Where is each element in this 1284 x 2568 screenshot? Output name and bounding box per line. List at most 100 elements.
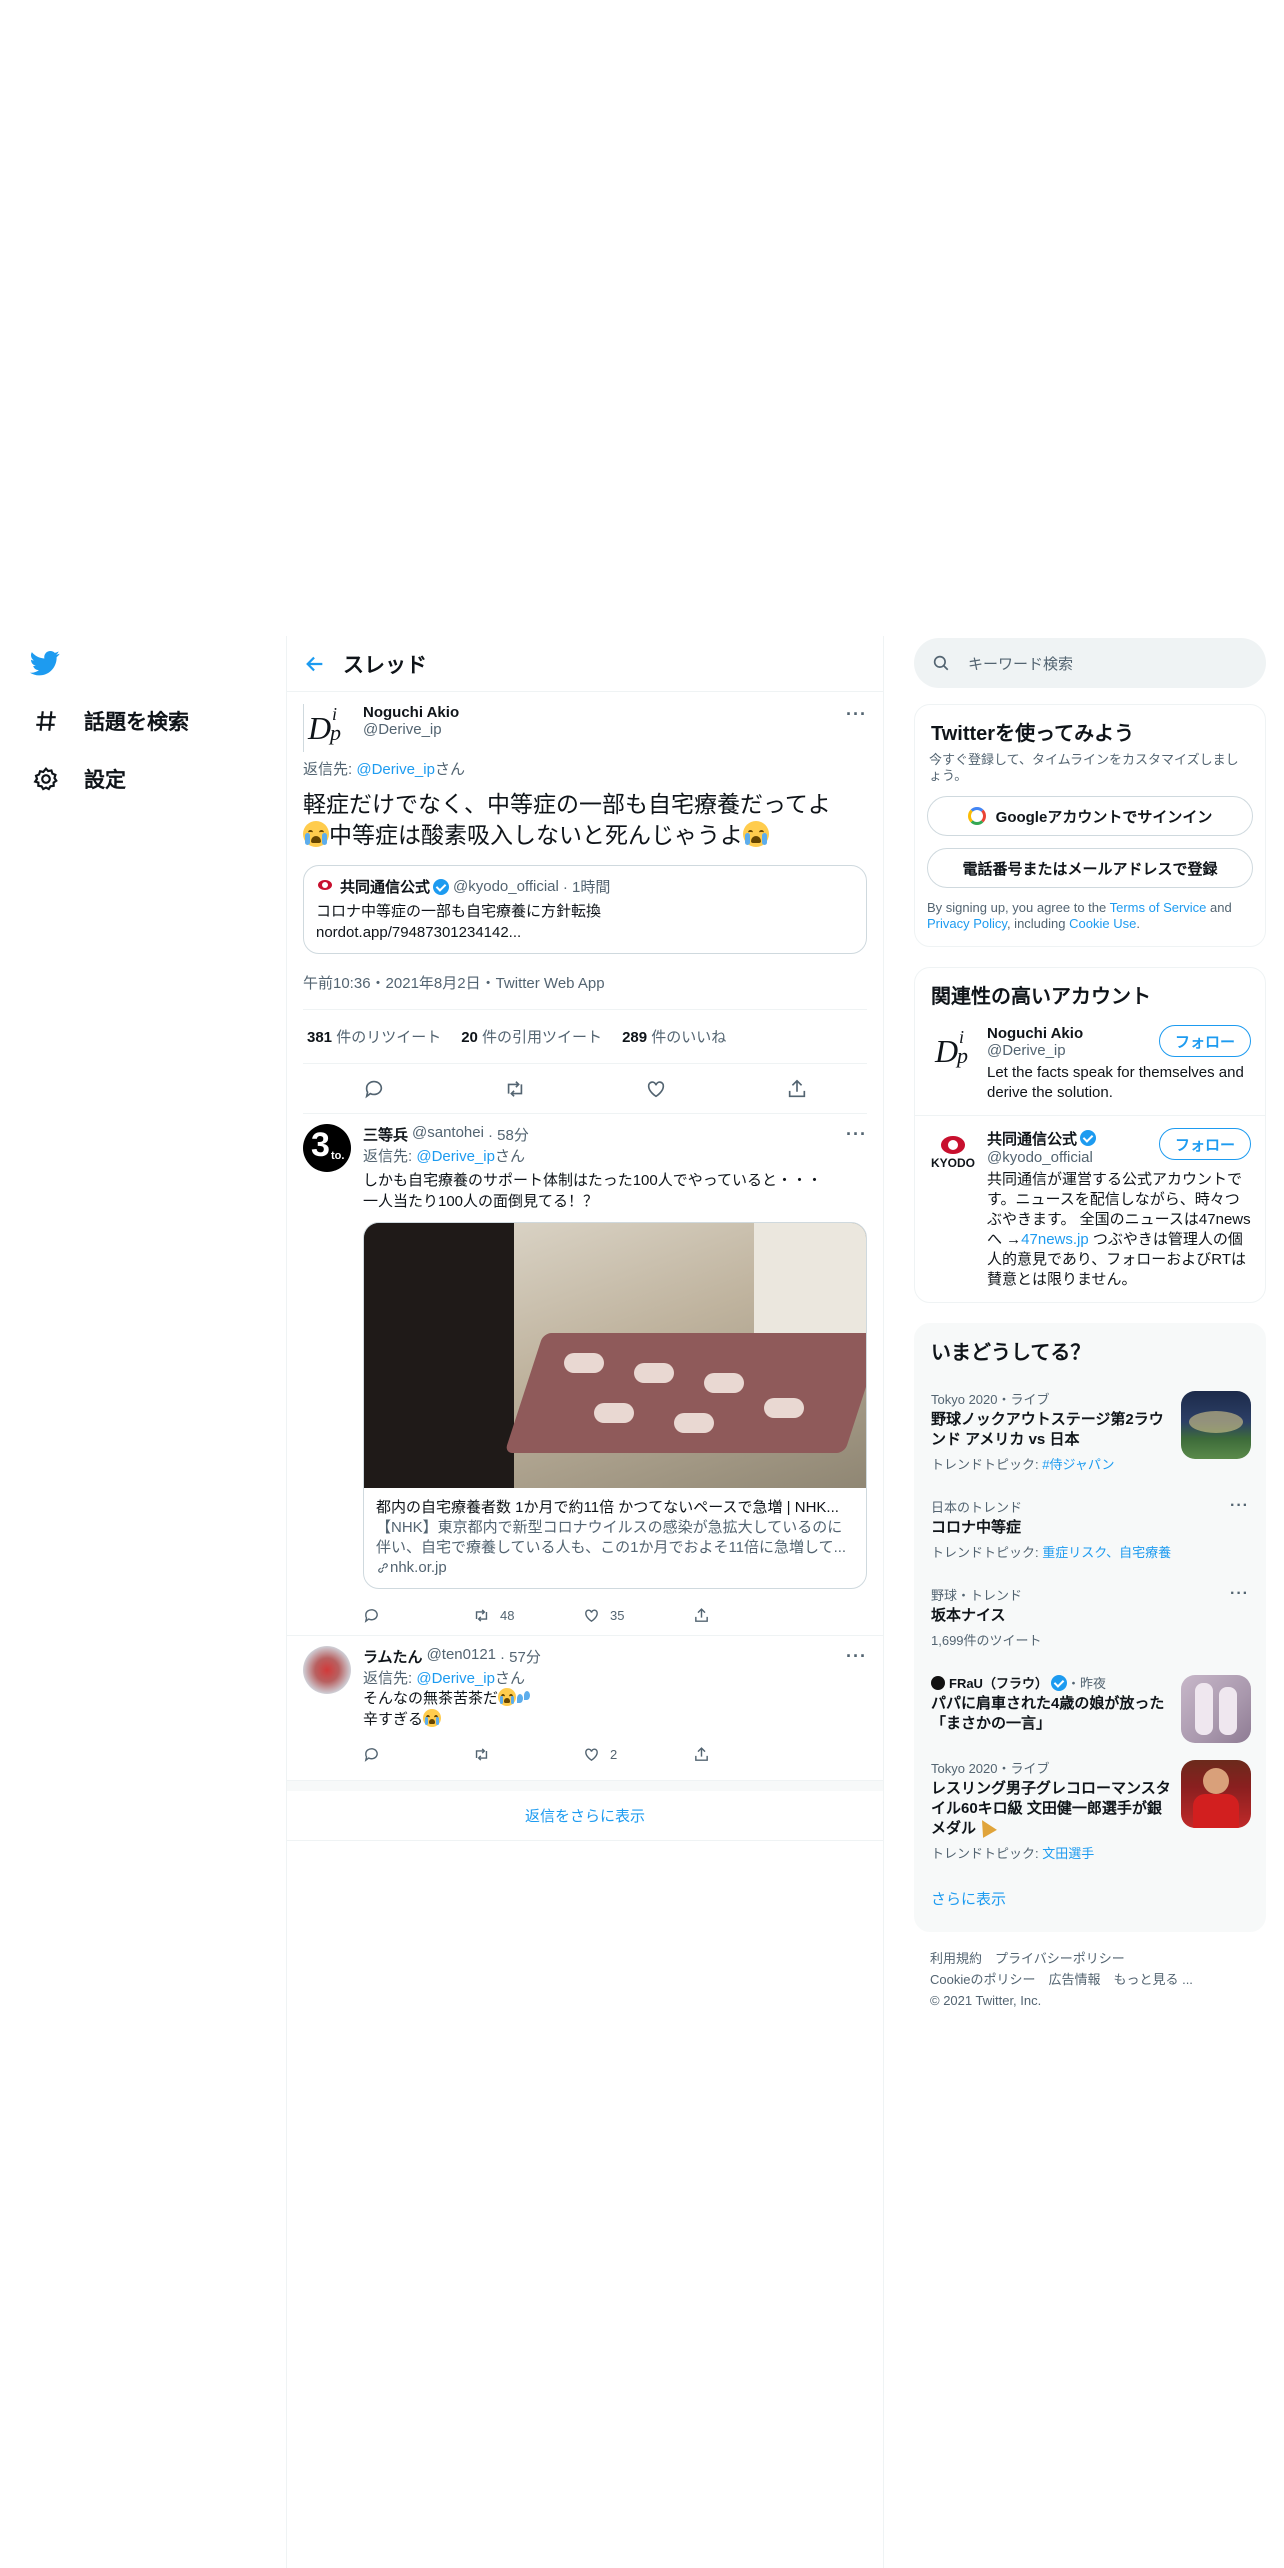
trend-topic-link[interactable]: 重症リスク、自宅療養: [1042, 1545, 1171, 1560]
tweet-text-line1: 軽症だけでなく、中等症の一部も自宅療養だってよ: [303, 791, 831, 817]
like-icon: [585, 1747, 598, 1761]
trend-item[interactable]: Tokyo 2020・ライブ レスリング男子グレコローマンスタイル60キロ級 文…: [915, 1746, 1265, 1874]
quoted-name: 共同通信公式: [340, 879, 431, 896]
back-button[interactable]: [287, 653, 343, 675]
nav-explore-label: 話題を検索: [84, 711, 189, 734]
follow-button[interactable]: フォロー: [1159, 1025, 1251, 1057]
phone-signup-button[interactable]: 電話番号またはメールアドレスで登録: [927, 848, 1253, 888]
show-more-trends-link[interactable]: さらに表示: [915, 1874, 1265, 1931]
reply-handle-link[interactable]: @Derive_ip: [416, 1148, 495, 1165]
retweet-button[interactable]: 48: [473, 1607, 573, 1624]
link-card[interactable]: 都内の自宅療養者数 1か月で約11倍 かつてないペースで急増 | NHK... …: [363, 1222, 867, 1589]
reply-handle-link[interactable]: @Derive_ip: [356, 761, 435, 778]
footer-links-line2[interactable]: Cookieのポリシー 広告情報 もっと見る ...: [930, 1969, 1250, 1990]
avatar[interactable]: D i p: [929, 1025, 977, 1073]
like-button[interactable]: 2: [583, 1746, 683, 1763]
trend-item[interactable]: 野球・トレンド 坂本ナイス 1,699件のツイート ···: [915, 1573, 1265, 1661]
trend-thumbnail: [1181, 1675, 1251, 1743]
author-handle[interactable]: @Derive_ip: [363, 721, 459, 738]
related-account[interactable]: KYODO 共同通信公式 @kyodo_official フォロー 共同通信が運…: [915, 1115, 1265, 1302]
reply-handle-link[interactable]: @Derive_ip: [416, 1670, 495, 1687]
reply-to: 返信先: @Derive_ipさん: [303, 758, 867, 779]
sweat-droplets-icon: [516, 1691, 532, 1705]
quote-stat[interactable]: 20 件の引用ツイート: [461, 1026, 602, 1047]
trend-title: 野球ノックアウトステージ第2ラウンド アメリカ vs 日本: [931, 1411, 1164, 1448]
reply-text: そんなの無茶苦茶だ 辛すぎる: [363, 1688, 867, 1730]
reply-time[interactable]: · 58分: [488, 1124, 529, 1145]
copyright: © 2021 Twitter, Inc.: [930, 1993, 1042, 2008]
trend-item[interactable]: FRaU（フラウ） ・昨夜 パパに肩車された4歳の娘が放った「まさかの一言」: [915, 1661, 1265, 1746]
trend-item[interactable]: Tokyo 2020・ライブ 野球ノックアウトステージ第2ラウンド アメリカ v…: [915, 1377, 1265, 1485]
page-title: スレッド: [343, 653, 427, 677]
hashtag-icon: [28, 703, 64, 739]
more-options-icon[interactable]: ···: [846, 1646, 867, 1667]
retweet-icon[interactable]: [473, 1746, 573, 1763]
trends-title: いまどうしてる？: [931, 1342, 1091, 1364]
trend-topic-link[interactable]: #侍ジャパン: [1042, 1457, 1114, 1472]
nav-settings[interactable]: 設定: [28, 750, 258, 808]
related-title: 関連性の高いアカウント: [931, 986, 1151, 1008]
more-options-icon[interactable]: ···: [1230, 1497, 1249, 1515]
share-icon[interactable]: [693, 1607, 793, 1624]
follow-button[interactable]: フォロー: [1159, 1128, 1251, 1160]
tweet-timestamp[interactable]: 午前10:36・2021年8月2日・Twitter Web App: [303, 972, 867, 1010]
cookie-link[interactable]: Cookie Use: [1069, 916, 1136, 931]
like-icon: [585, 1608, 598, 1622]
trend-title: レスリング男子グレコローマンスタイル60キロ級 文田健一郎選手が銀メダル: [931, 1780, 1171, 1837]
quoted-handle: @kyodo_official: [453, 878, 559, 895]
reply-author-name[interactable]: 三等兵: [363, 1124, 408, 1145]
avatar[interactable]: [303, 1646, 351, 1694]
trend-item[interactable]: 日本のトレンド コロナ中等症 トレンドトピック: 重症リスク、自宅療養 ···: [915, 1485, 1265, 1573]
nav-explore[interactable]: 話題を検索: [28, 692, 258, 750]
search-input[interactable]: キーワード検索: [968, 653, 1073, 674]
reply-icon[interactable]: [363, 1746, 463, 1763]
avatar[interactable]: D i p: [303, 704, 351, 752]
account-handle[interactable]: @Derive_ip: [987, 1042, 1159, 1059]
reply-author-handle[interactable]: @santohei: [412, 1124, 484, 1145]
trend-topic-link[interactable]: 文田選手: [1042, 1846, 1094, 1861]
like-stat[interactable]: 289 件のいいね: [622, 1026, 726, 1047]
search-box[interactable]: キーワード検索: [914, 638, 1266, 688]
party-popper-icon: [975, 1816, 997, 1838]
share-icon[interactable]: [693, 1746, 793, 1763]
reply-author-name[interactable]: ラムたん: [363, 1646, 423, 1667]
tweet-actions: [303, 1064, 867, 1114]
more-options-icon[interactable]: ···: [846, 1124, 867, 1145]
show-more-replies-link[interactable]: 返信をさらに表示: [287, 1791, 883, 1841]
bio-link[interactable]: 47news.jp: [1021, 1231, 1089, 1248]
google-icon: [967, 807, 986, 825]
reply-icon[interactable]: [363, 1607, 463, 1624]
avatar[interactable]: 3 to.: [303, 1124, 351, 1172]
author-name[interactable]: Noguchi Akio: [363, 704, 459, 721]
reply-author-handle[interactable]: @ten0121: [427, 1646, 496, 1667]
terms-link[interactable]: Terms of Service: [1110, 900, 1207, 915]
reply-tweet[interactable]: 3 to. 三等兵 @santohei · 58分 ··· 返信先: @Deri…: [287, 1114, 883, 1636]
reply-icon[interactable]: [363, 1078, 385, 1100]
thread-header: スレッド: [287, 636, 883, 692]
like-button[interactable]: 35: [583, 1607, 683, 1624]
trend-source-name[interactable]: FRaU（フラウ）: [949, 1673, 1048, 1692]
quoted-tweet[interactable]: 共同通信公式 @kyodo_official · 1時間 コロナ中等症の一部も自…: [303, 865, 867, 954]
account-bio: Let the facts speak for themselves and d…: [987, 1064, 1244, 1101]
twitter-logo-icon[interactable]: [28, 648, 62, 678]
signup-title: Twitterを使ってみよう: [931, 723, 1135, 745]
like-icon[interactable]: [645, 1078, 667, 1100]
verified-badge-icon: [433, 878, 450, 895]
more-options-icon[interactable]: ···: [846, 704, 867, 725]
reply-tweet[interactable]: ラムたん @ten0121 · 57分 ··· 返信先: @Derive_ipさ…: [287, 1636, 883, 1781]
footer-links-line1[interactable]: 利用規約 プライバシーポリシー: [930, 1948, 1250, 1969]
retweet-stat[interactable]: 381 件のリツイート: [307, 1026, 441, 1047]
privacy-link[interactable]: Privacy Policy: [927, 916, 1007, 931]
share-icon[interactable]: [786, 1078, 808, 1100]
google-signin-button[interactable]: Googleアカウントでサインイン: [927, 796, 1253, 836]
more-options-icon[interactable]: ···: [1230, 1585, 1249, 1603]
retweet-icon: [475, 1608, 488, 1622]
account-name[interactable]: 共同通信公式: [987, 1131, 1077, 1148]
kyodo-logo[interactable]: KYODO: [929, 1128, 977, 1176]
crying-face-icon: [498, 1688, 517, 1706]
account-handle[interactable]: @kyodo_official: [987, 1149, 1159, 1166]
reply-time[interactable]: · 57分: [500, 1646, 541, 1667]
account-name[interactable]: Noguchi Akio: [987, 1025, 1159, 1042]
related-account[interactable]: D i p Noguchi Akio @Derive_ip フォロー Let t…: [915, 1013, 1265, 1115]
retweet-icon[interactable]: [504, 1078, 526, 1100]
